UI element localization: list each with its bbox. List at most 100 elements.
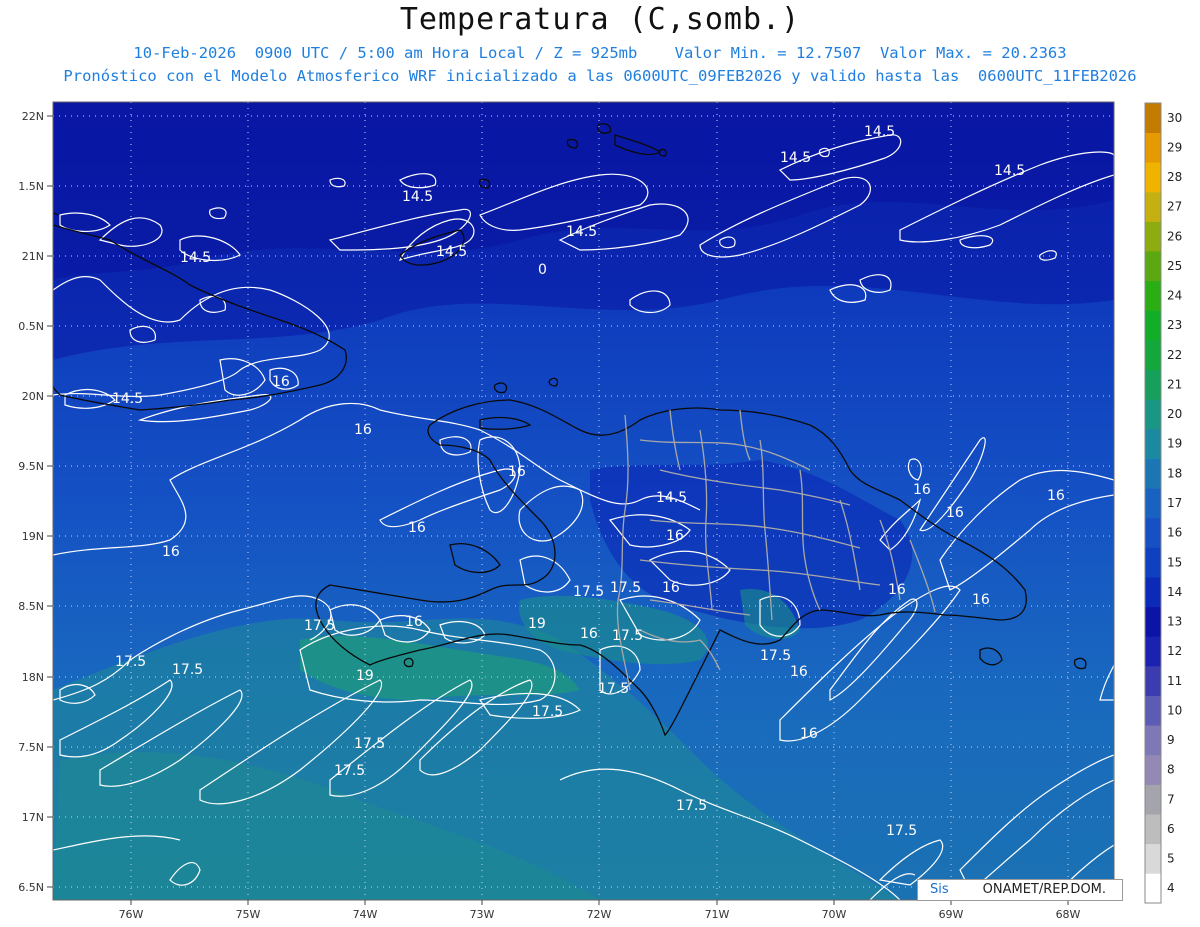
colorbar-swatch	[1145, 132, 1161, 163]
lat-label: 6.5N	[18, 881, 44, 894]
contour-label: 17.5	[760, 648, 791, 664]
contour-label: 14.5	[656, 490, 687, 506]
colorbar-label: 22	[1167, 348, 1182, 362]
colorbar-swatch	[1145, 310, 1161, 341]
contour-label: 17.5	[598, 681, 629, 697]
contour-label: 14.5	[436, 244, 467, 260]
contour-label: 17.5	[334, 763, 365, 779]
colorbar-label: 18	[1167, 466, 1182, 480]
contour-label: 17.5	[304, 618, 335, 634]
contour-label: 14.5	[180, 250, 211, 266]
lon-label: 71W	[705, 908, 730, 921]
colorbar-swatch	[1145, 754, 1161, 785]
colorbar-swatch	[1145, 103, 1161, 133]
colorbar-label: 15	[1167, 555, 1182, 569]
colorbar-label: 29	[1167, 140, 1182, 154]
colorbar-label: 20	[1167, 407, 1182, 421]
contour-label: 14.5	[112, 391, 143, 407]
colorbar-label: 9	[1167, 733, 1175, 747]
colorbar-swatch	[1145, 517, 1161, 548]
colorbar-swatch	[1145, 577, 1161, 608]
contour-label: 14.5	[566, 224, 597, 240]
lat-label: 9.5N	[18, 460, 44, 473]
colorbar-label: 17	[1167, 496, 1182, 510]
contour-label: 16	[272, 374, 290, 390]
credit-right: ONAMET/REP.DOM.	[982, 882, 1107, 897]
colorbar-label: 7	[1167, 792, 1175, 806]
lon-label: 73W	[470, 908, 495, 921]
contour-label: 16	[405, 614, 423, 630]
colorbar-swatch	[1145, 428, 1161, 459]
contour-label: 16	[354, 422, 372, 438]
contour-label: 16	[800, 726, 818, 742]
colorbar-label: 13	[1167, 615, 1182, 629]
contour-label: 17.5	[354, 736, 385, 752]
contour-label: 16	[508, 464, 526, 480]
colorbar-swatch	[1145, 843, 1161, 874]
latitude-labels: 22N 1.5N 21N 0.5N 20N 9.5N 19N 8.5N 18N …	[18, 110, 44, 894]
lat-label: 1.5N	[18, 180, 44, 193]
colorbar-label: 10	[1167, 703, 1182, 717]
colorbar-label: 19	[1167, 437, 1182, 451]
colorbar-label: 26	[1167, 229, 1182, 243]
plot-area: 14.5 14.5 14.5 14.5 14.5 14.5 14.5 14.5 …	[53, 102, 1114, 900]
lat-label: 0.5N	[18, 320, 44, 333]
colorbar-swatch	[1145, 636, 1161, 667]
colorbar-label: 21	[1167, 378, 1182, 392]
colorbar-swatch	[1145, 399, 1161, 430]
contour-label: 16	[162, 544, 180, 560]
contour-label: 17.5	[610, 580, 641, 596]
colorbar-swatch	[1145, 251, 1161, 282]
colorbar-swatch	[1145, 191, 1161, 222]
colorbar-swatch	[1145, 606, 1161, 637]
lon-label: 76W	[119, 908, 144, 921]
contour-label: 17.5	[676, 798, 707, 814]
contour-label: 14.5	[780, 150, 811, 166]
contour-label: 16	[913, 482, 931, 498]
contour-label: 14.5	[402, 189, 433, 205]
contour-label: 14.5	[864, 124, 895, 140]
colorbar-label: 12	[1167, 644, 1182, 658]
contour-label: 16	[666, 528, 684, 544]
contour-label: 16	[972, 592, 990, 608]
colorbar-label: 24	[1167, 289, 1182, 303]
colorbar-label: 6	[1167, 822, 1175, 836]
lon-label: 75W	[236, 908, 261, 921]
contour-label: 16	[1047, 488, 1065, 504]
colorbar-swatch	[1145, 814, 1161, 845]
colorbar-label: 23	[1167, 318, 1182, 332]
colorbar-swatch	[1145, 458, 1161, 489]
lat-label: 18N	[22, 671, 44, 684]
lat-label: 20N	[22, 390, 44, 403]
credit-left: Sis	[930, 882, 949, 897]
contour-label: 17.5	[886, 823, 917, 839]
lon-label: 69W	[939, 908, 964, 921]
lat-label: 22N	[22, 110, 44, 123]
longitude-labels: 76W 75W 74W 73W 72W 71W 70W 69W 68W	[119, 908, 1081, 921]
contour-label: 16	[790, 664, 808, 680]
lat-label: 8.5N	[18, 600, 44, 613]
colorbar-label: 14	[1167, 585, 1182, 599]
contour-label: 17.5	[115, 654, 146, 670]
colorbar-label: 5	[1167, 852, 1175, 866]
lat-label: 7.5N	[18, 741, 44, 754]
lon-label: 74W	[353, 908, 378, 921]
contour-label: 0	[538, 262, 547, 278]
contour-label: 17.5	[573, 584, 604, 600]
colorbar-label: 28	[1167, 170, 1182, 184]
colorbar-label: 11	[1167, 674, 1182, 688]
colorbar-swatch	[1145, 547, 1161, 578]
contour-label: 16	[888, 582, 906, 598]
colorbar-label: 8	[1167, 763, 1175, 777]
contour-label: 17.5	[172, 662, 203, 678]
colorbar-label: 16	[1167, 526, 1182, 540]
contour-label: 16	[408, 520, 426, 536]
colorbar-swatch	[1145, 666, 1161, 696]
contour-label: 19	[528, 616, 546, 632]
lon-label: 72W	[587, 908, 612, 921]
colorbar-label: 4	[1167, 881, 1175, 895]
colorbar-swatch	[1145, 221, 1161, 252]
colorbar-swatch	[1145, 695, 1161, 726]
colorbar-swatch	[1145, 873, 1161, 904]
contour-label: 17.5	[532, 704, 563, 720]
